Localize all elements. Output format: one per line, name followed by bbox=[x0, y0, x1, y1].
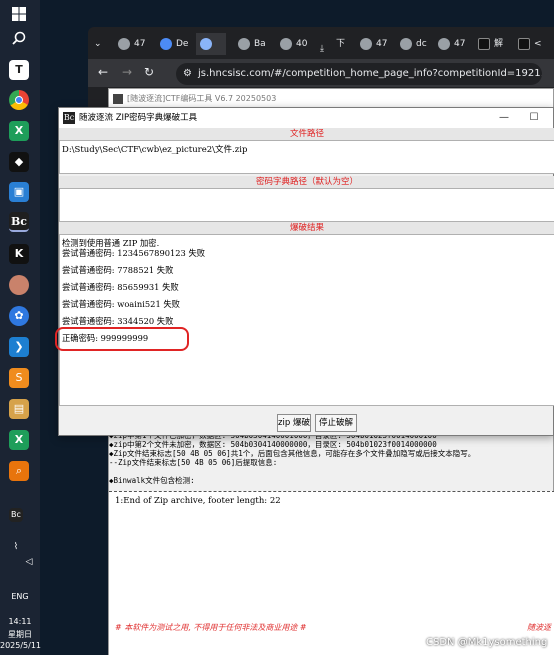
stack-icon[interactable]: ▣ bbox=[9, 182, 29, 202]
browser-tab[interactable]: Ba bbox=[238, 33, 266, 55]
browser-tab[interactable]: ⤓ 下 bbox=[320, 33, 345, 55]
avatar-icon[interactable] bbox=[9, 275, 29, 295]
file-path-label: 文件路径 bbox=[59, 128, 554, 140]
url-bar[interactable]: ⚙ js.hncsisc.com/#/competition_home_page… bbox=[176, 63, 542, 85]
tab-favicon-icon bbox=[200, 37, 212, 50]
tab-favicon-icon bbox=[160, 37, 172, 50]
log-line: ◆Binwalk文件包含检测: bbox=[109, 476, 195, 485]
bc-logo-icon: Bc bbox=[63, 112, 75, 124]
site-info-icon[interactable]: ⚙ bbox=[183, 63, 192, 85]
excel-icon[interactable]: X bbox=[9, 121, 29, 141]
browser-tab[interactable]: 解 bbox=[478, 33, 503, 55]
tab-favicon-icon bbox=[360, 37, 372, 50]
browser-tab[interactable]: 47 bbox=[118, 33, 145, 55]
file-path-input[interactable]: D:\Study\Sec\CTF\cwb\ez_picture2\文件.zip bbox=[59, 140, 554, 174]
dialog-title: 随波逐流 ZIP密码字典爆破工具 bbox=[79, 113, 198, 123]
minimize-button[interactable]: — bbox=[489, 108, 519, 128]
maximize-button[interactable]: ☐ bbox=[519, 108, 549, 128]
dialog-titlebar: Bc 随波逐流 ZIP密码字典爆破工具 — ☐ bbox=[59, 108, 553, 128]
clock-date: 2025/5/11 bbox=[0, 641, 42, 650]
watermark: CSDN @Mk1ysomething bbox=[426, 637, 548, 648]
chrome-icon[interactable] bbox=[9, 90, 29, 110]
zip-crack-dialog: Bc 随波逐流 ZIP密码字典爆破工具 — ☐ 文件路径 D:\Study\Se… bbox=[55, 107, 554, 436]
volume-icon[interactable]: ◁ bbox=[22, 555, 36, 569]
result-line: 检测到使用普通 ZIP 加密. bbox=[62, 238, 160, 248]
stop-crack-button[interactable]: 停止破解 bbox=[315, 414, 357, 432]
binwalk-output: 1:End of Zip archive, footer length: 22 bbox=[109, 491, 554, 619]
tab-favicon-icon bbox=[238, 37, 250, 50]
browser-tab-active[interactable] bbox=[196, 33, 226, 55]
app-icon[interactable]: ◆ bbox=[9, 152, 29, 172]
tab-list-button[interactable]: ⌄ bbox=[94, 33, 102, 55]
wifi-icon[interactable]: ⌇ bbox=[9, 540, 23, 554]
typora-icon[interactable]: T bbox=[9, 60, 29, 80]
tab-favicon-icon bbox=[400, 37, 412, 50]
tab-favicon-icon bbox=[118, 37, 130, 50]
dict-path-label: 密码字典路径（默认为空） bbox=[59, 176, 554, 188]
clock-time[interactable]: 14:11 bbox=[0, 617, 40, 626]
ctf-tool-title: [随波逐流]CTF编码工具 V6.7 20250503 bbox=[109, 89, 553, 109]
browser-tab[interactable]: 40 bbox=[280, 33, 307, 55]
highlight-annotation bbox=[55, 327, 189, 351]
result-line: 尝试普通密码: 85659931 失败 bbox=[62, 282, 179, 292]
search-icon[interactable] bbox=[9, 30, 29, 50]
footer-brand-text: 随波逐 bbox=[527, 623, 551, 632]
excel-icon[interactable]: X bbox=[9, 430, 29, 450]
log-line: --Zip文件结束标志[50 4B 05 06]后提取信息: bbox=[109, 458, 278, 467]
address-bar-row: ← → ↻ ⚙ js.hncsisc.com/#/competition_hom… bbox=[88, 59, 554, 87]
bc-icon[interactable]: Bc bbox=[9, 212, 29, 232]
browser-tab[interactable]: 47 bbox=[438, 33, 465, 55]
download-icon: ⤓ bbox=[320, 43, 324, 54]
flower-icon[interactable]: ✿ bbox=[9, 306, 29, 326]
sublime-icon[interactable]: S bbox=[9, 368, 29, 388]
forward-icon[interactable]: → bbox=[122, 65, 132, 79]
tab-favicon-icon bbox=[478, 37, 490, 50]
result-line: 尝试普通密码: 7788521 失败 bbox=[62, 265, 174, 275]
browser-tab[interactable]: dc bbox=[400, 33, 427, 55]
taskbar: T X ◆ ▣ Bc K ✿ ❯ S ▤ X ⌕ Bc ⌇ ◁ ENG 14:1… bbox=[0, 0, 42, 655]
browser-tab[interactable]: < bbox=[518, 33, 542, 55]
result-line: 尝试普通密码: 3344520 失败 bbox=[62, 316, 174, 326]
k-icon[interactable]: K bbox=[9, 244, 29, 264]
windows-icon[interactable] bbox=[9, 6, 29, 26]
clock-weekday: 星期日 bbox=[8, 630, 32, 639]
search-app-icon[interactable]: ⌕ bbox=[9, 461, 29, 481]
reload-icon[interactable]: ↻ bbox=[144, 65, 154, 79]
disclaimer-text: # 本软件为测试之用, 不得用于任何非法及商业用途 # bbox=[115, 623, 307, 632]
result-line: 尝试普通密码: woaini521 失败 bbox=[62, 299, 180, 309]
zip-crack-button[interactable]: zip 爆破 bbox=[277, 414, 311, 432]
browser-tab[interactable]: 47 bbox=[360, 33, 387, 55]
tool-icon[interactable]: ▤ bbox=[9, 399, 29, 419]
result-label: 爆破结果 bbox=[59, 222, 554, 234]
output-line: 1:End of Zip archive, footer length: 22 bbox=[115, 496, 281, 506]
tab-favicon-icon bbox=[280, 37, 292, 50]
language-indicator[interactable]: ENG bbox=[0, 592, 40, 601]
result-output[interactable]: 检测到使用普通 ZIP 加密. 尝试普通密码: 1234567890123 失败… bbox=[55, 234, 554, 406]
log-line: ◆Zip文件结束标志[50 4B 05 06]共1个，后面包含其他信息，可能存在… bbox=[109, 449, 476, 458]
url-text: js.hncsisc.com/#/competition_home_page_i… bbox=[198, 68, 542, 79]
tab-favicon-icon bbox=[518, 37, 530, 50]
vscode-icon[interactable]: ❯ bbox=[9, 337, 29, 357]
ctf-tool-logo-icon bbox=[113, 94, 123, 104]
file-path-value: D:\Study\Sec\CTF\cwb\ez_picture2\文件.zip bbox=[62, 145, 248, 155]
result-line: 尝试普通密码: 1234567890123 失败 bbox=[62, 248, 206, 258]
browser-tab[interactable]: De bbox=[160, 33, 188, 55]
tab-favicon-icon bbox=[438, 37, 450, 50]
analysis-log: ◆zip中第1个文件已加密，数据区: 504b0304140001000，目录区… bbox=[109, 431, 554, 491]
dict-path-input[interactable] bbox=[59, 188, 554, 222]
log-line: ◆zip中第2个文件未加密，数据区: 504b0304140000000，目录区… bbox=[109, 440, 437, 449]
back-icon[interactable]: ← bbox=[98, 65, 108, 79]
bc-tray-icon[interactable]: Bc bbox=[9, 508, 23, 522]
